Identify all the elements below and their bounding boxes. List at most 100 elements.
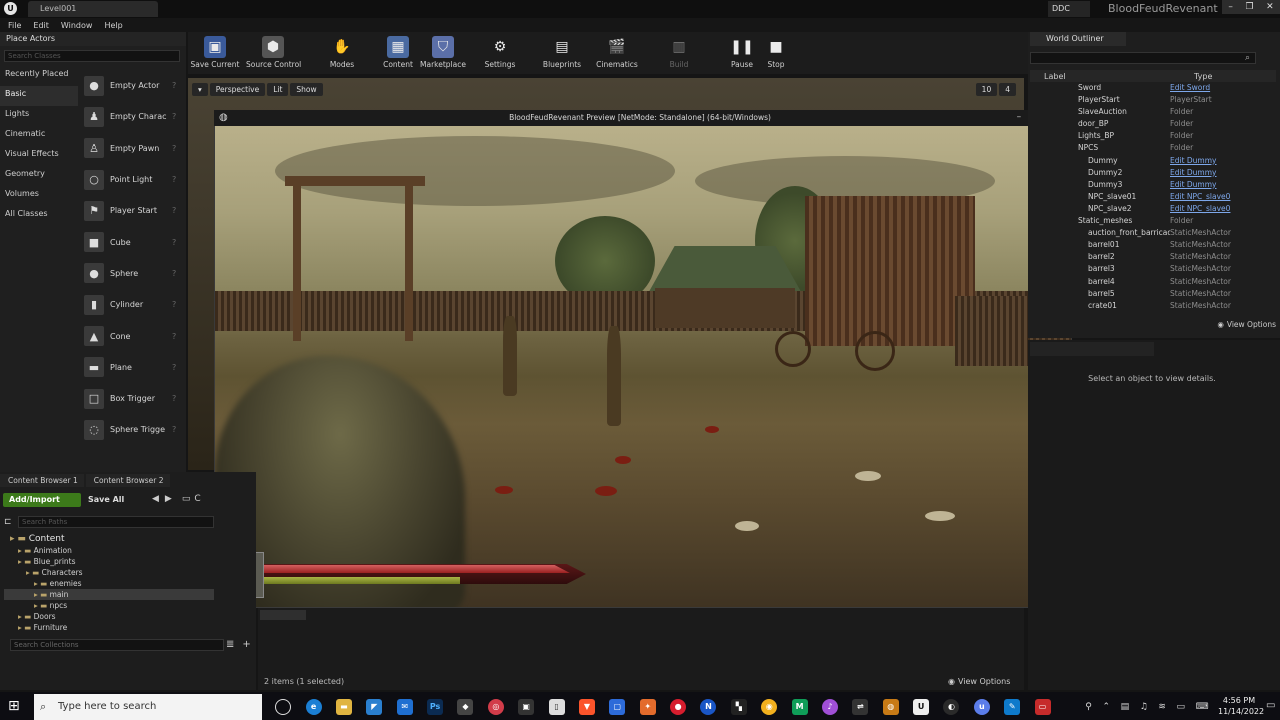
actor-item-empty-actor[interactable]: ● Empty Actor?	[80, 70, 184, 101]
photoshop-icon[interactable]: Ps	[427, 699, 444, 715]
build-button[interactable]: ▥ Build	[652, 34, 706, 69]
edit-blueprint-link[interactable]: Edit Dummy	[1170, 179, 1266, 191]
search-classes-input[interactable]: Search Classes	[4, 50, 180, 62]
taskbar-search-input[interactable]: Type here to search	[34, 694, 262, 720]
show-button[interactable]: Show	[290, 82, 323, 96]
app-purple-icon[interactable]: ♪	[821, 699, 838, 715]
menu-edit[interactable]: Edit	[33, 21, 49, 30]
asset-view[interactable]	[258, 608, 1024, 690]
people-icon[interactable]: ⚲	[1085, 702, 1092, 712]
app-grid-icon[interactable]: ▚	[730, 699, 747, 715]
stop-button[interactable]: ■ Stop	[749, 34, 803, 69]
perspective-button[interactable]: Perspective	[209, 82, 266, 96]
actor-item-plane[interactable]: ▬ Plane?	[80, 352, 184, 383]
lit-button[interactable]: Lit	[267, 82, 289, 96]
tab-content-browser-2[interactable]: Content Browser 2	[85, 474, 170, 487]
folder-tree-item[interactable]: ▸ ▬ npcs	[4, 600, 214, 611]
edit-blueprint-link[interactable]: Edit NPC_slave0	[1170, 191, 1266, 203]
app-orange-icon[interactable]: ✦	[639, 699, 656, 715]
menu-help[interactable]: Help	[104, 21, 122, 30]
brave-browser-icon[interactable]: ▼	[578, 699, 595, 715]
help-icon[interactable]: ?	[172, 144, 176, 153]
outliner-row[interactable]: Dummy Edit Dummy	[1030, 155, 1270, 167]
asset-view-options-button[interactable]: View Options	[958, 677, 1010, 686]
help-icon[interactable]: ?	[172, 363, 176, 372]
label-column-header[interactable]: Label	[1030, 72, 1180, 81]
game-minimize-button[interactable]: –	[1017, 112, 1022, 122]
sources-toggle-icon[interactable]: ⊏	[4, 517, 12, 527]
outliner-row[interactable]: NPC_slave01 Edit NPC_slave0	[1030, 191, 1270, 203]
category-cinematic[interactable]: Cinematic	[0, 126, 78, 146]
viewport-menu-button[interactable]: ▾	[192, 82, 208, 96]
actor-item-sphere-trigger[interactable]: ◌ Sphere Trigge?	[80, 414, 184, 445]
place-actors-tab[interactable]: Place Actors	[0, 32, 186, 46]
outliner-row[interactable]: barrel01 StaticMeshActor	[1030, 239, 1270, 251]
add-collection-icon[interactable]: +	[242, 639, 250, 650]
app-window-icon[interactable]: ▢	[609, 699, 626, 715]
outliner-search-input[interactable]	[1030, 52, 1256, 64]
help-icon[interactable]: ?	[172, 394, 176, 403]
settings-button[interactable]: ⚙ Settings	[473, 34, 527, 69]
app-u-icon[interactable]: u	[973, 699, 990, 715]
back-arrow-icon[interactable]: ◀	[152, 494, 159, 504]
help-icon[interactable]: ?	[172, 238, 176, 247]
taskbar-clock[interactable]: 4:56 PM 11/14/2022	[1218, 695, 1264, 717]
actor-item-cone[interactable]: ▲ Cone?	[80, 320, 184, 351]
tab-content-browser-1[interactable]: Content Browser 1	[0, 474, 84, 487]
outliner-row[interactable]: SlaveAuction Folder	[1030, 106, 1270, 118]
asset-thumbnail[interactable]	[260, 610, 306, 620]
help-icon[interactable]: ?	[172, 206, 176, 215]
outliner-row[interactable]: NPCS Folder	[1030, 142, 1270, 154]
category-basic[interactable]: Basic	[0, 86, 78, 106]
outliner-row[interactable]: Lights_BP Folder	[1030, 130, 1270, 142]
folder-tree-item[interactable]: ▸ ▬ enemies	[4, 578, 214, 589]
edge-browser-icon[interactable]: e	[305, 699, 322, 715]
actor-item-empty-character[interactable]: ♟ Empty Charac?	[80, 101, 184, 132]
help-icon[interactable]: ?	[172, 425, 176, 434]
outliner-row[interactable]: barrel4 StaticMeshActor	[1030, 276, 1270, 288]
keyboard-icon[interactable]: ⌨	[1196, 702, 1209, 712]
grid-snap-value[interactable]: 10	[975, 82, 998, 96]
wifi-icon[interactable]: ≋	[1158, 702, 1166, 712]
blender-icon[interactable]: ◍	[882, 699, 899, 715]
source-control-button[interactable]: ⬢ Source Control	[246, 34, 301, 69]
outliner-row[interactable]: auction_front_barricade StaticMeshActor	[1030, 227, 1270, 239]
edit-blueprint-link[interactable]: Edit Dummy	[1170, 167, 1266, 179]
chrome-icon[interactable]: ◉	[761, 699, 778, 715]
outliner-row[interactable]: crate01 StaticMeshActor	[1030, 300, 1270, 312]
actor-item-cube[interactable]: ■ Cube?	[80, 226, 184, 257]
outliner-view-options-button[interactable]: View Options	[1227, 320, 1276, 329]
app-circle-icon[interactable]: ●	[670, 699, 687, 715]
actor-item-point-light[interactable]: ○ Point Light?	[80, 164, 184, 195]
notifications-icon[interactable]: ▭	[1266, 700, 1275, 711]
folder-tree-item[interactable]: ▸ ▬ Blue_prints	[4, 556, 214, 567]
folder-tree-item[interactable]: ▸ ▬ Animation	[4, 545, 214, 556]
unreal-taskbar-icon[interactable]: U	[913, 699, 930, 715]
restore-button[interactable]: ❐	[1245, 2, 1253, 12]
outliner-row[interactable]: barrel3 StaticMeshActor	[1030, 263, 1270, 275]
ddc-indicator[interactable]: DDC	[1048, 1, 1090, 17]
edit-blueprint-link[interactable]: Edit Dummy	[1170, 155, 1266, 167]
level-tab[interactable]: Level001	[28, 1, 158, 17]
forward-arrow-icon[interactable]: ▶	[165, 494, 172, 504]
save-all-button[interactable]: Save All	[88, 493, 124, 507]
marketplace-button[interactable]: ⛉ Marketplace	[416, 34, 470, 69]
world-outliner-tab[interactable]: World Outliner	[1030, 32, 1126, 46]
category-lights[interactable]: Lights	[0, 106, 78, 126]
actor-item-empty-pawn[interactable]: ♙ Empty Pawn?	[80, 133, 184, 164]
minimize-button[interactable]: –	[1228, 2, 1233, 12]
cinematics-button[interactable]: 🎬 Cinematics	[590, 34, 644, 69]
blueprints-button[interactable]: ▤ Blueprints	[535, 34, 589, 69]
list-view-icon[interactable]: ≣	[226, 639, 234, 650]
save-current-button[interactable]: ▣ Save Current	[188, 34, 242, 69]
edit-blueprint-link[interactable]: Edit Sword	[1170, 82, 1266, 94]
category-volumes[interactable]: Volumes	[0, 186, 78, 206]
notepad-icon[interactable]: ▯	[548, 699, 565, 715]
app-feather-icon[interactable]: ✎	[1004, 699, 1021, 715]
outliner-row[interactable]: Sword Edit Sword	[1030, 82, 1270, 94]
search-paths-input[interactable]: Search Paths	[18, 516, 214, 528]
actor-item-cylinder[interactable]: ▮ Cylinder?	[80, 289, 184, 320]
folder-tree-item[interactable]: ▸ ▬ Furniture	[4, 622, 214, 633]
app-arrows-icon[interactable]: ⇌	[852, 699, 869, 715]
actor-item-sphere[interactable]: ● Sphere?	[80, 258, 184, 289]
